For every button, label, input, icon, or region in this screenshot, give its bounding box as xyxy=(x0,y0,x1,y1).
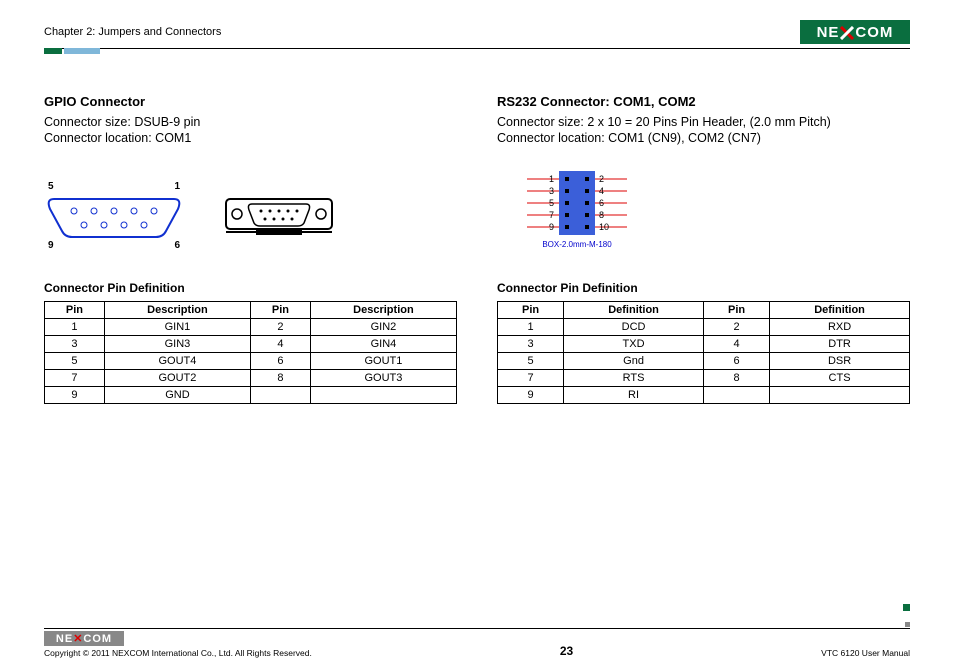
gpio-diagrams: 5 1 9 6 xyxy=(44,175,457,255)
rs232-table-title: Connector Pin Definition xyxy=(497,281,910,295)
nexcom-logo-bottom: NE✕COM xyxy=(44,631,124,646)
svg-text:9: 9 xyxy=(549,222,554,232)
col-header: Pin xyxy=(498,302,564,319)
dsub-label-5: 5 xyxy=(48,181,54,192)
chapter-title: Chapter 2: Jumpers and Connectors xyxy=(44,26,221,38)
gpio-size: Connector size: DSUB-9 pin xyxy=(44,115,457,129)
col-header: Description xyxy=(104,302,250,319)
svg-text:7: 7 xyxy=(549,210,554,220)
table-row: 5Gnd6DSR xyxy=(498,353,910,370)
gpio-location: Connector location: COM1 xyxy=(44,131,457,145)
box-caption: BOX-2.0mm-M-180 xyxy=(542,240,612,249)
dsub9-enclosed-diagram xyxy=(224,185,334,245)
svg-text:2: 2 xyxy=(599,174,604,184)
page-header: Chapter 2: Jumpers and Connectors NE COM… xyxy=(44,20,910,44)
rs232-pin-table: PinDefinitionPinDefinition 1DCD2RXD3TXD4… xyxy=(497,301,910,404)
dsub-label-1: 1 xyxy=(174,181,180,192)
table-row: 7RTS8CTS xyxy=(498,370,910,387)
gpio-pin-table: PinDescriptionPinDescription 1GIN12GIN23… xyxy=(44,301,457,404)
svg-text:4: 4 xyxy=(599,186,604,196)
table-row: 3GIN34GIN4 xyxy=(45,336,457,353)
dsub-label-9: 9 xyxy=(48,240,54,251)
table-row: 9GND xyxy=(45,387,457,404)
pinheader-diagram: 1 2 3 4 5 6 7 8 9 10 BOX-2.0mm-M-180 xyxy=(497,165,657,255)
col-header: Description xyxy=(310,302,456,319)
table-row: 5GOUT46GOUT1 xyxy=(45,353,457,370)
dsub-label-6: 6 xyxy=(174,240,180,251)
nexcom-logo-top: NE COM NE COM xyxy=(800,20,910,44)
table-row: 3TXD4DTR xyxy=(498,336,910,353)
header-accent-blocks xyxy=(44,48,910,54)
gpio-title: GPIO Connector xyxy=(44,94,457,109)
table-row: 9RI xyxy=(498,387,910,404)
svg-text:6: 6 xyxy=(599,198,604,208)
table-row: 1GIN12GIN2 xyxy=(45,319,457,336)
right-column: RS232 Connector: COM1, COM2 Connector si… xyxy=(497,94,910,404)
copyright: Copyright © 2011 NEXCOM International Co… xyxy=(44,648,312,658)
page-number: 23 xyxy=(560,644,573,658)
svg-text:3: 3 xyxy=(549,186,554,196)
svg-text:5: 5 xyxy=(549,198,554,208)
svg-text:1: 1 xyxy=(549,174,554,184)
dsub9-female-diagram: 5 1 9 6 xyxy=(44,185,184,245)
gpio-table-title: Connector Pin Definition xyxy=(44,281,457,295)
col-header: Pin xyxy=(250,302,310,319)
col-header: Pin xyxy=(45,302,105,319)
svg-text:10: 10 xyxy=(599,222,609,232)
col-header: Pin xyxy=(703,302,769,319)
col-header: Definition xyxy=(564,302,704,319)
rs232-size: Connector size: 2 x 10 = 20 Pins Pin Hea… xyxy=(497,115,910,129)
page-footer: NE✕COM Copyright © 2011 NEXCOM Internati… xyxy=(44,608,910,658)
doc-name: VTC 6120 User Manual xyxy=(821,648,910,658)
left-column: GPIO Connector Connector size: DSUB-9 pi… xyxy=(44,94,457,404)
table-row: 1DCD2RXD xyxy=(498,319,910,336)
main-content: GPIO Connector Connector size: DSUB-9 pi… xyxy=(44,94,910,404)
rs232-title: RS232 Connector: COM1, COM2 xyxy=(497,94,910,109)
col-header: Definition xyxy=(770,302,910,319)
rs232-location: Connector location: COM1 (CN9), COM2 (CN… xyxy=(497,131,910,145)
table-row: 7GOUT28GOUT3 xyxy=(45,370,457,387)
svg-text:8: 8 xyxy=(599,210,604,220)
